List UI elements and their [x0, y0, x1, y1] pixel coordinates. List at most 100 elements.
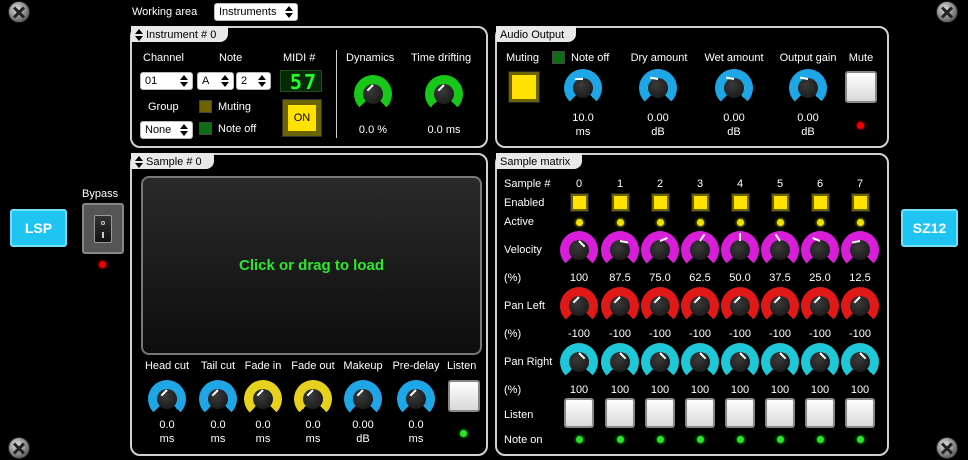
- listen-button[interactable]: [725, 398, 755, 428]
- sample-listen-label: Listen: [447, 360, 477, 372]
- sample-control-label: Fade in: [244, 360, 282, 372]
- wet-amount-knob[interactable]: [715, 69, 753, 107]
- velocity-knob[interactable]: [560, 231, 598, 269]
- pan-left-knob[interactable]: [641, 287, 679, 325]
- octave-select[interactable]: 2: [236, 72, 271, 90]
- screw-icon: [8, 437, 30, 459]
- dynamics-knob[interactable]: [354, 75, 392, 113]
- listen-button[interactable]: [845, 398, 875, 428]
- midi-number-display: 57: [280, 70, 322, 94]
- dry-amount-value: 0.00: [647, 112, 669, 124]
- working-area-select[interactable]: Instruments: [214, 3, 298, 21]
- listen-button[interactable]: [685, 398, 715, 428]
- velocity-value: 87.5: [609, 272, 631, 284]
- velocity-knob[interactable]: [601, 231, 639, 269]
- ao-noteoff-checkbox[interactable]: [552, 51, 565, 64]
- lsp-logo-button[interactable]: LSP: [10, 209, 67, 247]
- screw-icon: [936, 437, 958, 459]
- sample-control-knob[interactable]: [244, 380, 282, 418]
- pan-right-knob[interactable]: [681, 343, 719, 381]
- sample-control-knob[interactable]: [397, 380, 435, 418]
- velocity-value: 75.0: [649, 272, 671, 284]
- pan-right-knob[interactable]: [641, 343, 679, 381]
- pan-right-knob[interactable]: [601, 343, 639, 381]
- note-select[interactable]: A: [197, 72, 234, 90]
- pan-right-knob[interactable]: [761, 343, 799, 381]
- spin-arrows-icon: [258, 75, 266, 87]
- enabled-toggle[interactable]: [732, 194, 749, 211]
- listen-button[interactable]: [605, 398, 635, 428]
- bypass-led: [99, 261, 106, 268]
- sample-control-knob[interactable]: [148, 380, 186, 418]
- enabled-toggle[interactable]: [652, 194, 669, 211]
- velocity-knob[interactable]: [641, 231, 679, 269]
- pan-right-knob[interactable]: [801, 343, 839, 381]
- sample-tab[interactable]: Sample # 0: [131, 153, 214, 169]
- sample-listen-led: [460, 430, 467, 437]
- spin-arrows-icon: [285, 6, 293, 18]
- velocity-knob[interactable]: [681, 231, 719, 269]
- velocity-knob[interactable]: [721, 231, 759, 269]
- muting-checkbox[interactable]: [199, 100, 212, 113]
- pan-left-knob[interactable]: [560, 287, 598, 325]
- bypass-switch[interactable]: [82, 203, 124, 254]
- output-gain-knob[interactable]: [789, 69, 827, 107]
- sample-drop-area[interactable]: Click or drag to load: [141, 176, 482, 355]
- noteoff-label: Note off: [218, 123, 257, 135]
- pan-left-knob[interactable]: [761, 287, 799, 325]
- enabled-toggle[interactable]: [812, 194, 829, 211]
- sample-control-unit: ms: [210, 433, 226, 445]
- note-label: Note: [219, 52, 243, 64]
- ao-muting-time-knob[interactable]: [564, 69, 602, 107]
- mute-button[interactable]: [845, 71, 877, 103]
- sample-control-unit: ms: [408, 433, 424, 445]
- pan-right-knob[interactable]: [841, 343, 879, 381]
- listen-button[interactable]: [564, 398, 594, 428]
- enabled-toggle[interactable]: [612, 194, 629, 211]
- active-led: [657, 219, 664, 226]
- sample-control-knob[interactable]: [199, 380, 237, 418]
- pan-left-knob[interactable]: [721, 287, 759, 325]
- group-select[interactable]: None: [140, 121, 193, 139]
- pan-left-knob[interactable]: [601, 287, 639, 325]
- listen-button[interactable]: [765, 398, 795, 428]
- on-button[interactable]: ON: [282, 99, 322, 137]
- time-drifting-knob[interactable]: [425, 75, 463, 113]
- enabled-toggle[interactable]: [571, 194, 588, 211]
- sample-control-knob[interactable]: [344, 380, 382, 418]
- pan-left-knob[interactable]: [681, 287, 719, 325]
- velocity-knob[interactable]: [841, 231, 879, 269]
- ao-muting-button[interactable]: [509, 72, 539, 102]
- enabled-toggle[interactable]: [852, 194, 869, 211]
- note-on-led: [777, 436, 784, 443]
- enabled-toggle[interactable]: [772, 194, 789, 211]
- note-on-led: [737, 436, 744, 443]
- pan-right-knob[interactable]: [721, 343, 759, 381]
- pan-left-knob[interactable]: [801, 287, 839, 325]
- listen-button[interactable]: [645, 398, 675, 428]
- pan-right-knob[interactable]: [560, 343, 598, 381]
- velocity-knob[interactable]: [801, 231, 839, 269]
- active-led: [617, 219, 624, 226]
- midi-value: 57: [289, 70, 318, 94]
- pan-left-value: -100: [648, 328, 672, 340]
- listen-button[interactable]: [805, 398, 835, 428]
- knob-cap: [353, 389, 373, 409]
- octave-value: 2: [241, 75, 248, 87]
- instrument-tab[interactable]: Instrument # 0: [131, 26, 229, 42]
- sz12-logo-button[interactable]: SZ12: [901, 209, 958, 247]
- knob-cap: [690, 296, 710, 316]
- knob-cap: [650, 240, 670, 260]
- noteoff-checkbox[interactable]: [199, 122, 212, 135]
- mute-led: [857, 122, 864, 129]
- audio-output-title: Audio Output: [500, 28, 565, 41]
- sample-listen-button[interactable]: [448, 380, 480, 412]
- knob-cap: [406, 389, 426, 409]
- enabled-toggle[interactable]: [692, 194, 709, 211]
- sample-control-value: 0.0: [305, 419, 321, 431]
- pan-left-knob[interactable]: [841, 287, 879, 325]
- channel-select[interactable]: 01: [140, 72, 193, 90]
- sample-control-knob[interactable]: [294, 380, 332, 418]
- dry-amount-knob[interactable]: [639, 69, 677, 107]
- velocity-knob[interactable]: [761, 231, 799, 269]
